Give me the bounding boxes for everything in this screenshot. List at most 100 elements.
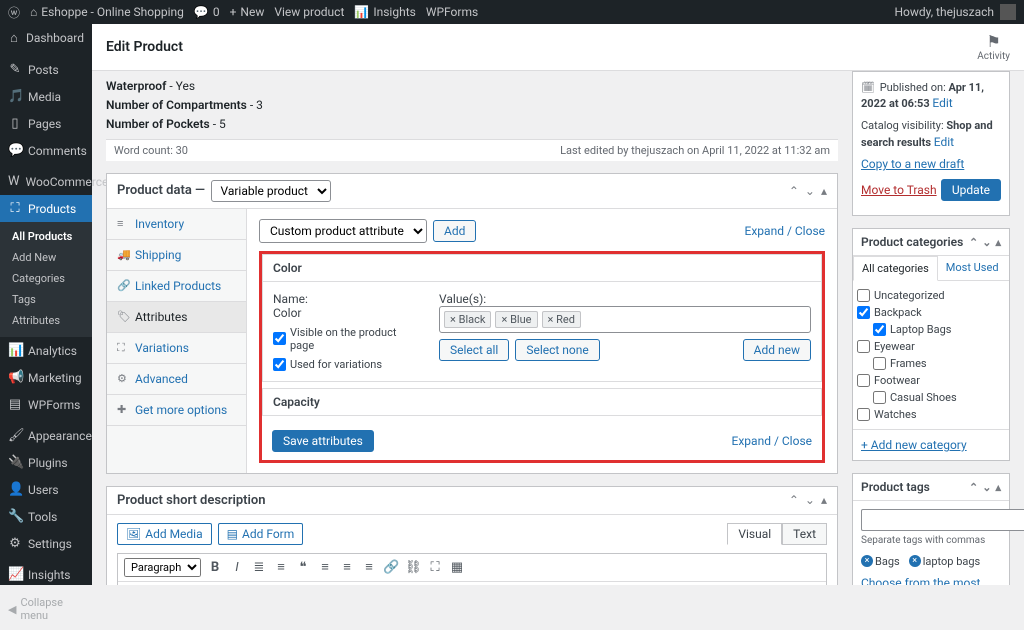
comments-link[interactable]: 💬 0 — [194, 5, 220, 19]
chevron-down-icon[interactable]: ⌄ — [805, 184, 815, 198]
choose-tags-link[interactable]: Choose from the most used tags — [861, 576, 980, 585]
nav-media[interactable]: 🎵Media — [0, 83, 92, 110]
collapse-menu[interactable]: ◀Collapse menu — [0, 588, 92, 630]
edit-visibility-link[interactable]: Edit — [934, 135, 954, 149]
fullscreen-icon[interactable]: ⛶ — [427, 560, 443, 575]
cat-tab-all[interactable]: All categories — [853, 256, 938, 281]
attribute-color-header[interactable]: Color — [263, 255, 821, 282]
align-left-icon[interactable]: ≡ — [317, 559, 333, 575]
subnav-tags[interactable]: Tags — [0, 289, 92, 310]
cat-casual-shoes[interactable]: Casual Shoes — [857, 389, 1005, 406]
quote-icon[interactable]: ❝ — [295, 560, 311, 575]
panel-toggle-icon[interactable]: ▴ — [821, 493, 827, 507]
nav-comments[interactable]: 💬Comments — [0, 137, 92, 164]
subnav-add-new[interactable]: Add New — [0, 247, 92, 268]
add-media-button[interactable]: 🖼 Add Media — [117, 523, 212, 545]
panel-toggle-icon[interactable]: ▴ — [995, 236, 1001, 249]
text-tab[interactable]: Text — [782, 523, 827, 545]
tab-inventory[interactable]: ≡Inventory — [107, 209, 246, 240]
ul-icon[interactable]: ≣ — [251, 560, 267, 575]
nav-plugins[interactable]: 🔌Plugins — [0, 449, 92, 476]
cat-laptop-bags[interactable]: Laptop Bags — [857, 321, 1005, 338]
product-type-select[interactable]: Variable product — [211, 180, 331, 202]
value-tag[interactable]: × Black — [444, 311, 491, 328]
bold-icon[interactable]: B — [207, 560, 223, 575]
nav-analytics[interactable]: 📊Analytics — [0, 337, 92, 364]
add-new-category-link[interactable]: + Add new category — [861, 438, 967, 452]
insights-link[interactable]: 📊 Insights — [354, 5, 415, 19]
italic-icon[interactable]: I — [229, 560, 245, 575]
add-attribute-button[interactable]: Add — [433, 220, 476, 242]
subnav-attributes[interactable]: Attributes — [0, 310, 92, 331]
panel-toggle-icon[interactable]: ▴ — [995, 481, 1001, 494]
copy-draft-link[interactable]: Copy to a new draft — [861, 157, 964, 171]
site-link[interactable]: ⌂ Eshoppe - Online Shopping — [30, 5, 184, 19]
cat-eyewear[interactable]: Eyewear — [857, 338, 1005, 355]
chevron-up-icon[interactable]: ⌃ — [969, 481, 978, 494]
nav-wpforms[interactable]: ▤WPForms — [0, 391, 92, 418]
tab-advanced[interactable]: ⚙Advanced — [107, 364, 246, 395]
nav-dashboard[interactable]: ⌂Dashboard — [0, 24, 92, 52]
value-tag[interactable]: × Red — [542, 311, 581, 328]
nav-appearance[interactable]: 🖌Appearance — [0, 422, 92, 449]
wpforms-link[interactable]: WPForms — [426, 5, 478, 19]
paragraph-select[interactable]: Paragraph — [124, 558, 201, 577]
nav-tools[interactable]: 🔧Tools — [0, 503, 92, 530]
unlink-icon[interactable]: ⛓ — [405, 560, 421, 575]
chevron-up-icon[interactable]: ⌃ — [789, 493, 799, 507]
subnav-categories[interactable]: Categories — [0, 268, 92, 289]
editor-body[interactable]: 30% Extra Storage We Indians tend to car… — [118, 582, 826, 585]
save-attributes-button[interactable]: Save attributes — [272, 430, 374, 452]
subnav-all-products[interactable]: All Products — [0, 226, 92, 247]
cat-backpack[interactable]: Backpack — [857, 304, 1005, 321]
cat-watches[interactable]: Watches — [857, 406, 1005, 423]
nav-products[interactable]: ⛶Products — [0, 195, 92, 222]
avatar[interactable] — [1000, 4, 1016, 20]
toolbar-toggle-icon[interactable]: ▦ — [449, 560, 465, 575]
new-link[interactable]: + New — [230, 5, 265, 19]
tab-linked-products[interactable]: 🔗Linked Products — [107, 271, 246, 302]
remove-tag-icon[interactable]: × — [909, 555, 921, 567]
tab-shipping[interactable]: 🚚Shipping — [107, 240, 246, 271]
align-center-icon[interactable]: ≡ — [339, 559, 355, 575]
cat-tab-most-used[interactable]: Most Used — [938, 256, 1007, 280]
visible-checkbox[interactable]: Visible on the product page — [273, 326, 423, 352]
view-product-link[interactable]: View product — [274, 5, 344, 19]
update-button[interactable]: Update — [941, 179, 1001, 201]
chevron-down-icon[interactable]: ⌄ — [982, 236, 991, 249]
visual-tab[interactable]: Visual — [727, 523, 782, 545]
tab-get-more[interactable]: ✚Get more options — [107, 395, 246, 426]
select-none-button[interactable]: Select none — [515, 339, 599, 361]
nav-marketing[interactable]: 📢Marketing — [0, 364, 92, 391]
used-checkbox[interactable]: Used for variations — [273, 358, 423, 371]
link-icon[interactable]: 🔗 — [383, 560, 399, 575]
select-all-button[interactable]: Select all — [439, 339, 509, 361]
tab-variations[interactable]: ⛶Variations — [107, 333, 246, 364]
cat-footwear[interactable]: Footwear — [857, 372, 1005, 389]
chevron-up-icon[interactable]: ⌃ — [789, 184, 799, 198]
ol-icon[interactable]: ≡ — [273, 559, 289, 575]
nav-posts[interactable]: ✎Posts — [0, 56, 92, 83]
howdy-link[interactable]: Howdy, thejuszach — [894, 5, 994, 19]
move-to-trash-link[interactable]: Move to Trash — [861, 182, 937, 199]
cat-uncategorized[interactable]: Uncategorized — [857, 287, 1005, 304]
attribute-selector[interactable]: Custom product attribute — [259, 219, 427, 243]
nav-woocommerce[interactable]: WWooCommerce — [0, 168, 92, 195]
expand-close-link[interactable]: Expand / Close — [745, 224, 825, 238]
activity-button[interactable]: ⚑ Activity — [977, 32, 1010, 62]
remove-tag-icon[interactable]: × — [861, 555, 873, 567]
values-input[interactable]: × Black × Blue × Red — [439, 306, 811, 333]
chevron-down-icon[interactable]: ⌄ — [982, 481, 991, 494]
tag-input[interactable] — [861, 509, 1024, 531]
align-right-icon[interactable]: ≡ — [361, 559, 377, 575]
panel-toggle-icon[interactable]: ▴ — [821, 184, 827, 198]
edit-date-link[interactable]: Edit — [932, 96, 952, 110]
cat-frames[interactable]: Frames — [857, 355, 1005, 372]
add-new-value-button[interactable]: Add new — [743, 339, 811, 361]
tab-attributes[interactable]: 🏷Attributes — [107, 302, 246, 333]
add-form-button[interactable]: ▤ Add Form — [218, 523, 304, 545]
chevron-up-icon[interactable]: ⌃ — [969, 236, 978, 249]
attribute-capacity-header[interactable]: Capacity — [263, 389, 821, 415]
nav-insights[interactable]: 📈Insights — [0, 561, 92, 588]
nav-settings[interactable]: ⚙Settings — [0, 530, 92, 557]
